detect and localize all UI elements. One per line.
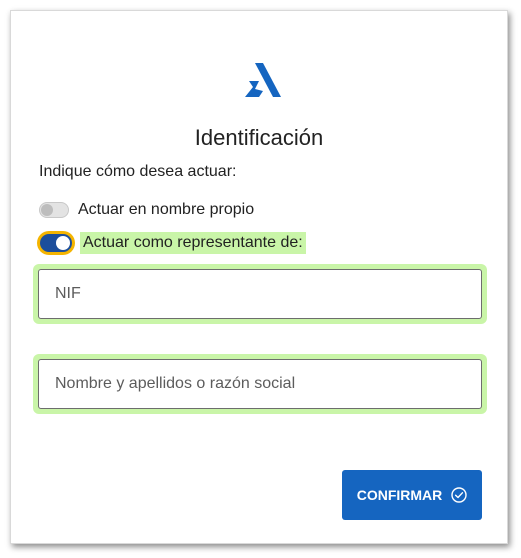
confirm-label: CONFIRMAR [356, 487, 443, 503]
option-own-name[interactable]: Actuar en nombre propio [37, 201, 254, 219]
instruction-text: Indique cómo desea actuar: [39, 163, 237, 180]
name-input[interactable] [38, 359, 482, 409]
toggle-knob [56, 236, 70, 250]
check-circle-icon [451, 487, 467, 503]
representative-label[interactable]: Actuar como representante de: [80, 232, 306, 254]
nif-field-highlight [33, 264, 487, 324]
own-name-toggle[interactable] [39, 202, 69, 218]
toggle-focus-ring [37, 231, 75, 255]
name-field-highlight [33, 354, 487, 414]
representative-toggle[interactable] [40, 234, 72, 252]
own-name-label[interactable]: Actuar en nombre propio [78, 201, 254, 219]
toggle-knob [41, 204, 53, 216]
confirm-button[interactable]: CONFIRMAR [342, 470, 482, 520]
identification-card: Identificación Indique cómo desea actuar… [10, 10, 508, 544]
aeat-logo-icon [241, 59, 285, 101]
page-title: Identificación [194, 125, 324, 150]
nif-input[interactable] [38, 269, 482, 319]
option-representative[interactable]: Actuar como representante de: [37, 231, 306, 255]
